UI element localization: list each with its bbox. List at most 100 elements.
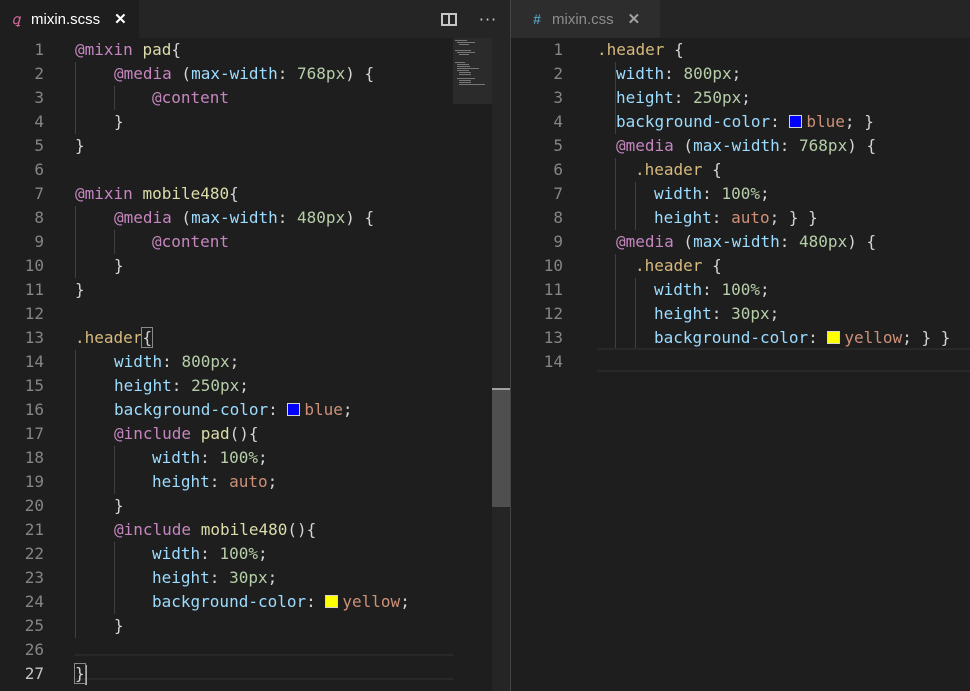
line-number: 7 [553, 184, 563, 203]
code-line: width: 100%; [152, 448, 268, 467]
line-number: 5 [553, 136, 563, 155]
line-number: 12 [24, 304, 44, 323]
line-number: 3 [34, 88, 44, 107]
text-cursor [84, 664, 87, 685]
current-line-highlight [597, 348, 970, 372]
close-icon[interactable]: ✕ [114, 10, 127, 28]
code-line: background-color: yellow; [152, 592, 410, 611]
code-editor-left[interactable]: 1 @mixin pad{ 2 @media (max-width: 768px) … [0, 38, 510, 691]
scrollbar-thumb[interactable] [492, 389, 510, 507]
indent-guide [114, 446, 115, 494]
line-number: 21 [24, 520, 44, 539]
line-number: 5 [34, 136, 44, 155]
code-line: @media (max-width: 480px) { [616, 232, 877, 251]
line-number: 16 [24, 400, 44, 419]
line-number: 3 [553, 88, 563, 107]
code-line: width: 800px; [616, 64, 742, 83]
code-line: @content [152, 88, 230, 107]
line-number: 18 [24, 448, 44, 467]
code-line: width: 100%; [654, 280, 770, 299]
tab-label: mixin.css [552, 10, 614, 28]
tab-mixin-scss[interactable]: ꝗ mixin.scss ✕ [0, 0, 139, 38]
line-number: 1 [553, 40, 563, 59]
line-number: 9 [34, 232, 44, 251]
line-number: 8 [34, 208, 44, 227]
code-line: height: 250px; [616, 88, 751, 107]
line-number: 14 [24, 352, 44, 371]
indent-guide [615, 254, 616, 350]
code-line: background-color: blue; } [616, 112, 874, 131]
scrollbar-cursor-marker [492, 388, 510, 390]
code-line: } [75, 280, 85, 299]
line-number: 14 [543, 352, 563, 371]
code-line: height: auto; } } [654, 208, 818, 227]
code-line: @media (max-width: 768px) { [114, 64, 375, 83]
color-swatch-yellow[interactable] [827, 330, 841, 344]
line-number: 15 [24, 376, 44, 395]
indent-guide [114, 542, 115, 614]
code-line: } [114, 496, 124, 515]
line-number: 2 [553, 64, 563, 83]
sass-icon: ꝗ [11, 10, 21, 27]
color-swatch-blue[interactable] [287, 402, 301, 416]
indent-guide [75, 62, 76, 134]
line-number: 6 [34, 160, 44, 179]
tab-mixin-css[interactable]: # mixin.css ✕ [511, 0, 660, 38]
code-line: .header{ [75, 327, 154, 348]
indent-guide [615, 158, 616, 230]
line-number: 27 [24, 664, 44, 683]
line-number: 24 [24, 592, 44, 611]
line-number: 11 [543, 280, 563, 299]
line-number: 20 [24, 496, 44, 515]
line-number: 12 [543, 304, 563, 323]
code-line: } [114, 112, 124, 131]
indent-guide [75, 350, 76, 638]
line-number: 13 [24, 328, 44, 347]
line-number: 26 [24, 640, 44, 659]
code-line: width: 100%; [152, 544, 268, 563]
code-line: @media (max-width: 768px) { [616, 136, 877, 155]
current-line-highlight [75, 654, 453, 680]
line-number: 8 [553, 208, 563, 227]
code-line: } [75, 136, 85, 155]
more-actions-button[interactable]: ··· [476, 0, 500, 38]
code-line: @content [152, 232, 230, 251]
line-number: 10 [24, 256, 44, 275]
line-number: 4 [34, 112, 44, 131]
indent-guide [635, 182, 636, 230]
code-line: .header { [635, 160, 722, 179]
line-number: 19 [24, 472, 44, 491]
line-number: 23 [24, 568, 44, 587]
line-number: 11 [24, 280, 44, 299]
line-number: 17 [24, 424, 44, 443]
code-line: background-color: yellow; } } [654, 328, 951, 347]
line-number: 1 [34, 40, 44, 59]
code-line: @mixin pad{ [75, 40, 181, 59]
split-editor-button[interactable] [437, 0, 461, 38]
line-number: 6 [553, 160, 563, 179]
code-line: background-color: blue; [114, 400, 353, 419]
indent-guide [635, 278, 636, 350]
minimap[interactable] [453, 38, 492, 104]
line-number: 22 [24, 544, 44, 563]
color-swatch-yellow[interactable] [325, 594, 339, 608]
tab-label: mixin.scss [31, 10, 101, 28]
vertical-scrollbar[interactable] [492, 38, 510, 691]
color-swatch-blue[interactable] [789, 114, 803, 128]
code-line: @mixin mobile480{ [75, 184, 239, 203]
code-line: } [74, 663, 87, 685]
line-number: 9 [553, 232, 563, 251]
line-number: 4 [553, 112, 563, 131]
tab-bar: ꝗ mixin.scss ✕ ··· [0, 0, 510, 38]
indent-guide [114, 86, 115, 110]
code-line: height: 250px; [114, 376, 249, 395]
editor-pane-right: # mixin.css ✕ 1 .header { 2 width: 800px; … [511, 0, 970, 691]
code-editor-right[interactable]: 1 .header { 2 width: 800px; 3 height: 250px… [511, 38, 970, 691]
close-icon[interactable]: ✕ [628, 10, 641, 28]
indent-guide [114, 230, 115, 254]
code-line: width: 800px; [114, 352, 240, 371]
code-line: width: 100%; [654, 184, 770, 203]
code-line: height: 30px; [152, 568, 278, 587]
code-line: @include mobile480(){ [114, 520, 317, 539]
code-line: .header { [597, 40, 684, 59]
